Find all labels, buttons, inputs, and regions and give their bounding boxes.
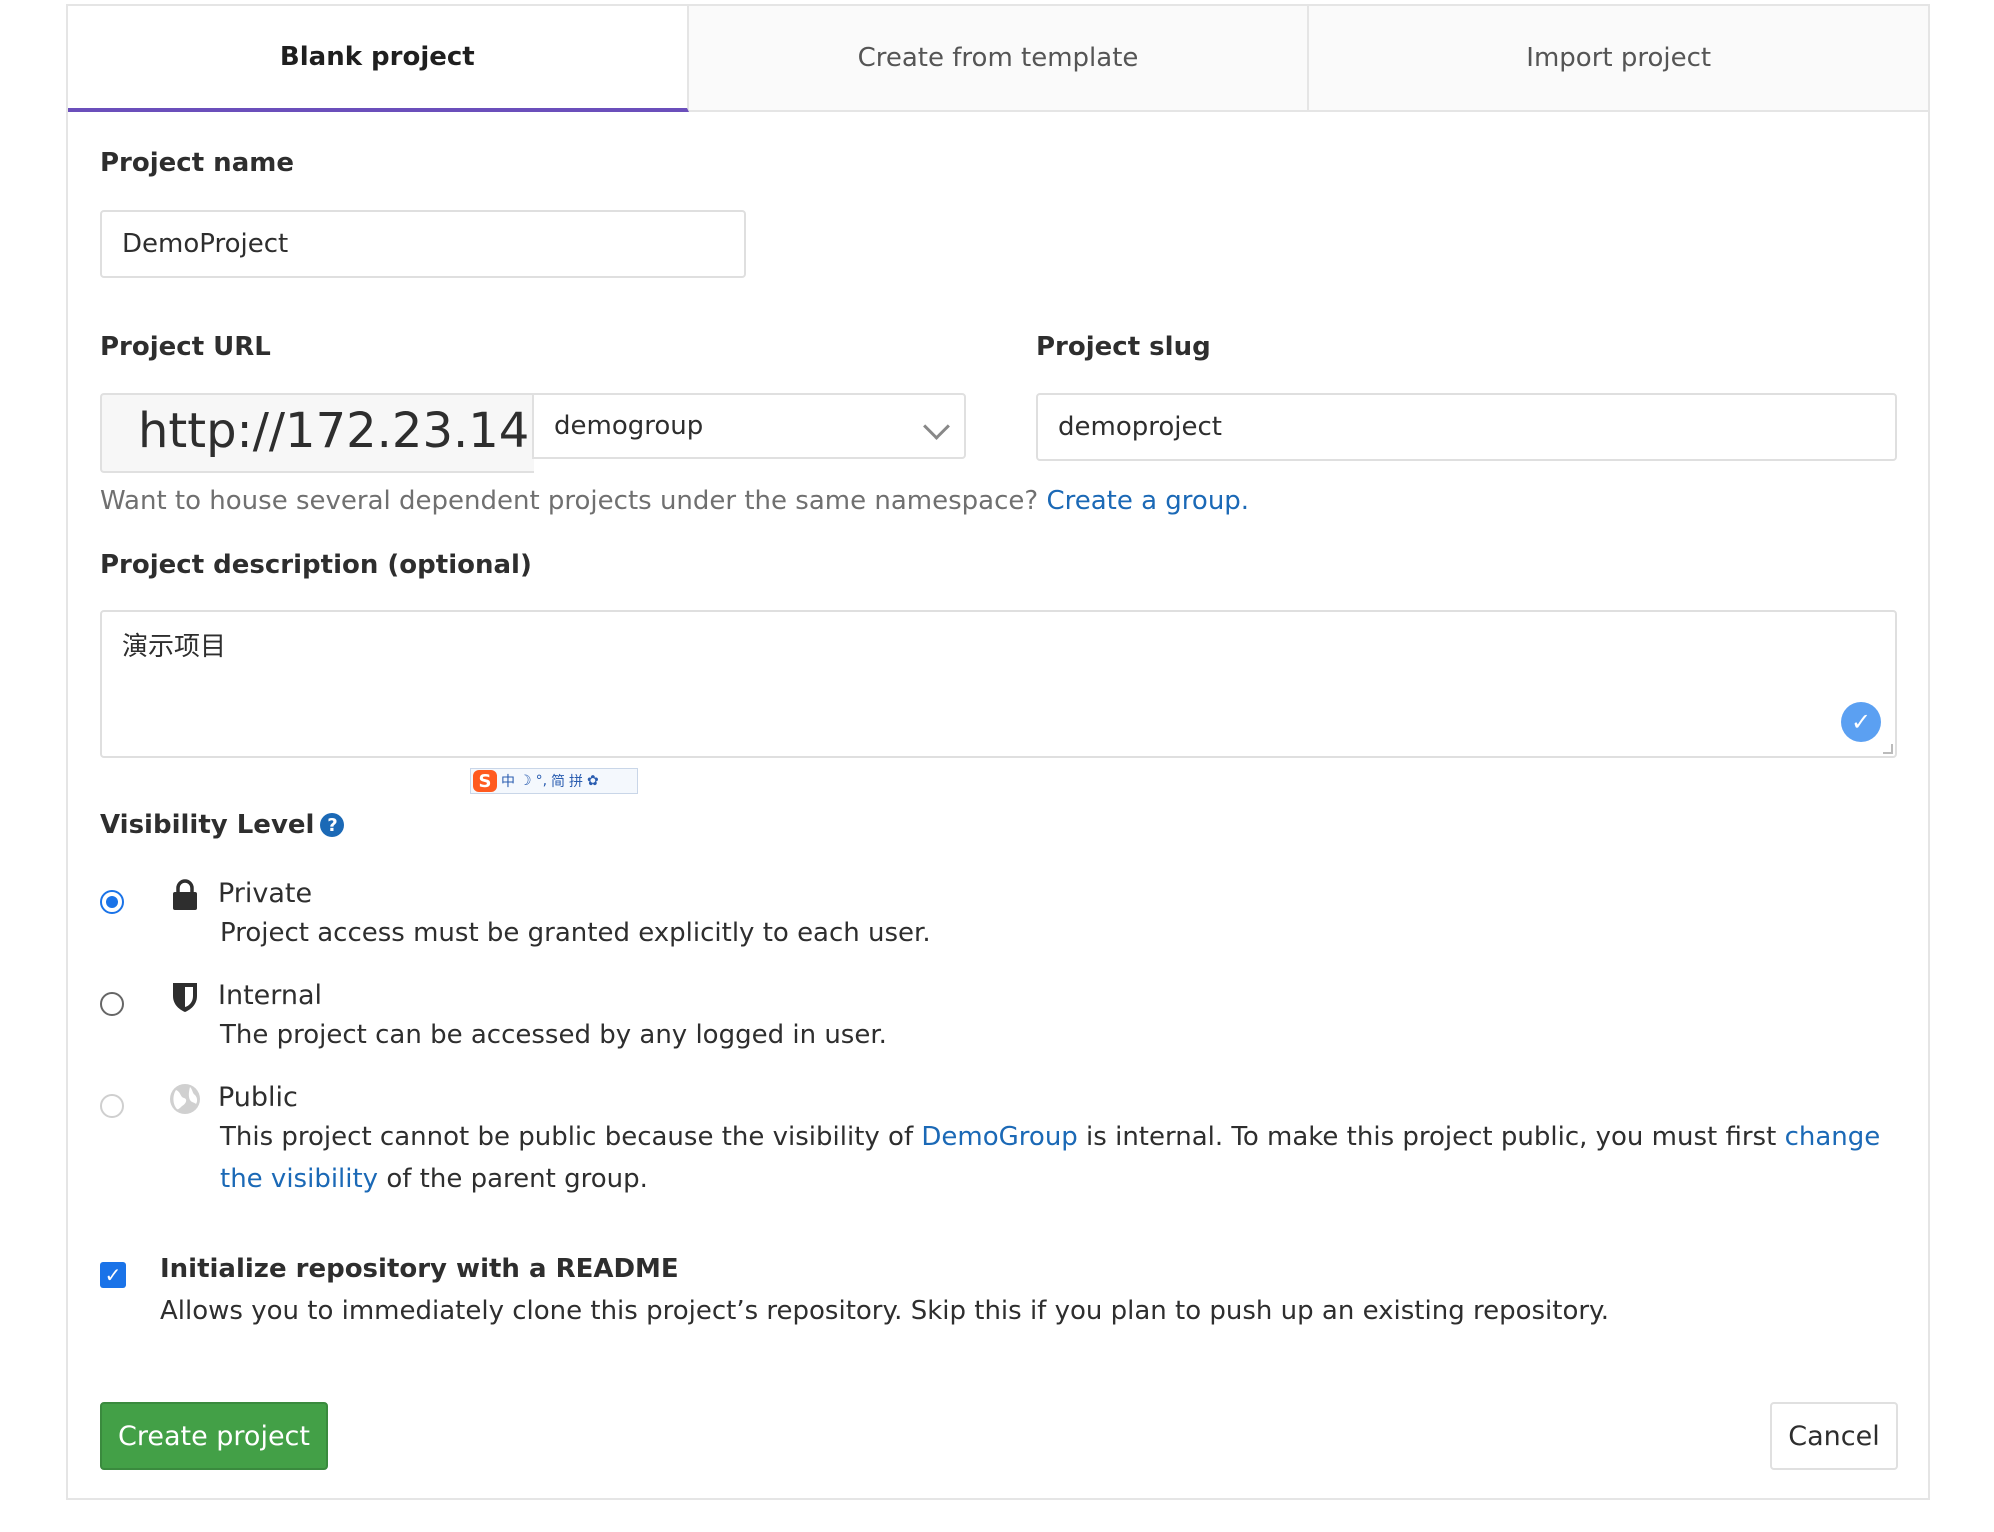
- cancel-button[interactable]: Cancel: [1770, 1402, 1898, 1470]
- ime-item[interactable]: ☽: [519, 773, 532, 789]
- project-name-label: Project name: [100, 148, 294, 178]
- chevron-down-icon: [923, 413, 950, 440]
- ime-toolbar[interactable]: S 中 ☽ °, 简 拼 ✿: [470, 768, 638, 794]
- public-desc-part-1: This project cannot be public because th…: [220, 1122, 922, 1152]
- globe-icon: [170, 1084, 200, 1114]
- tab-blank-project[interactable]: Blank project: [68, 6, 689, 112]
- project-name-input[interactable]: DemoProject: [100, 210, 746, 278]
- project-description-textarea[interactable]: 演示项目 ✓: [100, 610, 1897, 758]
- ime-item[interactable]: 中: [501, 771, 515, 791]
- public-desc-part-2: is internal. To make this project public…: [1077, 1122, 1785, 1152]
- visibility-level-title: Visibility Level ?: [100, 810, 345, 840]
- project-slug-input[interactable]: demoproject: [1036, 393, 1897, 461]
- ime-item[interactable]: °,: [536, 773, 547, 789]
- project-url-label: Project URL: [100, 332, 271, 362]
- namespace-select[interactable]: demogroup: [532, 393, 966, 459]
- project-tabs: Blank project Create from template Impor…: [68, 6, 1928, 112]
- visibility-private-radio[interactable]: [100, 890, 124, 914]
- group-help-message: Want to house several dependent projects…: [100, 486, 1047, 516]
- tab-import-project[interactable]: Import project: [1309, 6, 1928, 110]
- tab-create-from-template[interactable]: Create from template: [689, 6, 1310, 110]
- create-project-button[interactable]: Create project: [100, 1402, 328, 1470]
- ime-item[interactable]: ✿: [587, 773, 599, 789]
- project-url-prefix: http://172.23.148.: [100, 393, 534, 473]
- ime-item[interactable]: 拼: [569, 771, 583, 791]
- public-desc-part-3: of the parent group.: [378, 1164, 648, 1194]
- help-icon[interactable]: ?: [320, 813, 345, 837]
- readme-desc: Allows you to immediately clone this pro…: [160, 1296, 1609, 1326]
- project-slug-label: Project slug: [1036, 332, 1211, 362]
- create-group-link[interactable]: Create a group.: [1046, 486, 1249, 516]
- visibility-public-radio[interactable]: [100, 1094, 124, 1118]
- visibility-internal-radio[interactable]: [100, 992, 124, 1016]
- group-help-text: Want to house several dependent projects…: [100, 486, 1249, 516]
- project-description-value: 演示项目: [122, 632, 227, 662]
- resize-grip-icon[interactable]: [1883, 744, 1893, 754]
- shield-icon: [173, 983, 197, 1012]
- demogroup-link[interactable]: DemoGroup: [921, 1122, 1077, 1152]
- visibility-internal-title: Internal: [218, 980, 323, 1011]
- readme-checkbox[interactable]: ✓: [100, 1262, 126, 1288]
- ime-item[interactable]: 简: [551, 771, 565, 791]
- visibility-level-label: Visibility Level: [100, 810, 315, 840]
- visibility-private-title: Private: [218, 878, 313, 909]
- readme-title: Initialize repository with a README: [160, 1254, 679, 1284]
- visibility-public-desc: This project cannot be public because th…: [220, 1116, 1910, 1200]
- lock-icon: [173, 879, 197, 910]
- project-description-label: Project description (optional): [100, 550, 532, 580]
- grammar-check-icon[interactable]: ✓: [1841, 702, 1881, 742]
- namespace-value: demogroup: [554, 411, 704, 441]
- visibility-internal-desc: The project can be accessed by any logge…: [220, 1020, 887, 1050]
- sogou-logo-icon: S: [473, 770, 497, 792]
- visibility-private-desc: Project access must be granted explicitl…: [220, 918, 931, 948]
- visibility-public-title: Public: [218, 1082, 298, 1113]
